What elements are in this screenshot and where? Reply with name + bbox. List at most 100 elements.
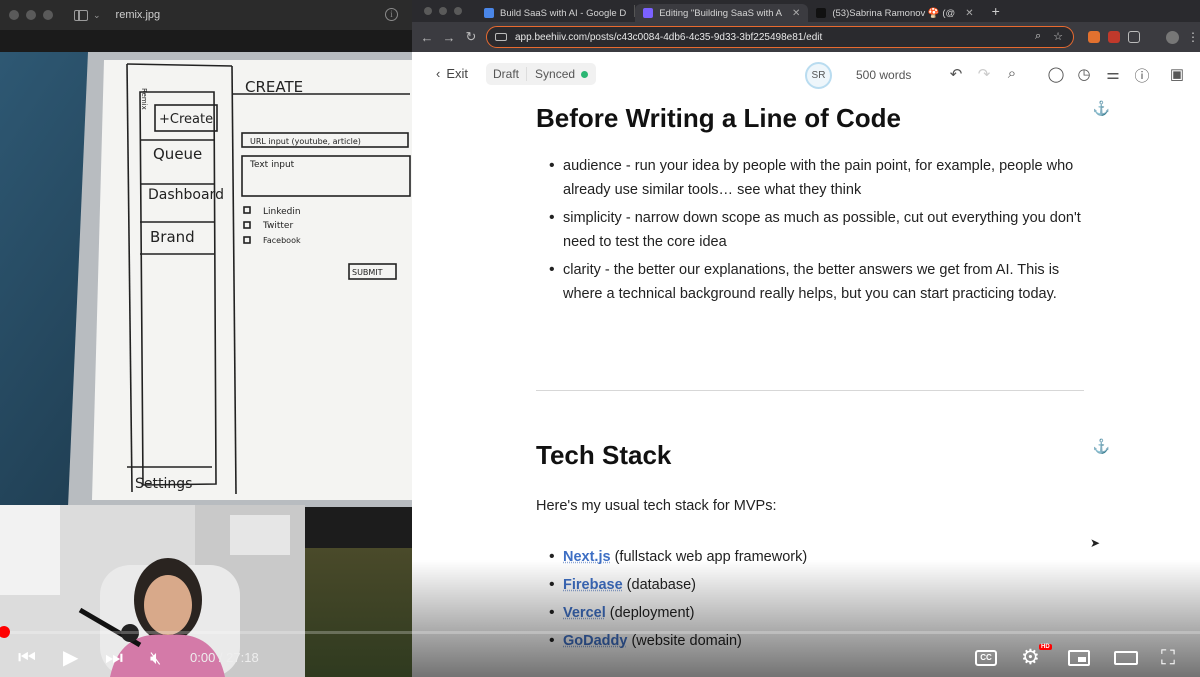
exit-label: Exit bbox=[446, 66, 469, 81]
site-settings-icon[interactable] bbox=[495, 33, 507, 41]
tech-stack-intro[interactable]: Here's my usual tech stack for MVPs: bbox=[536, 498, 1084, 514]
synced-badge: Synced bbox=[527, 67, 596, 81]
new-tab-button[interactable]: + bbox=[992, 3, 1000, 19]
close-window-button[interactable] bbox=[9, 10, 19, 20]
beehiiv-icon bbox=[643, 8, 654, 18]
editor-toolbar: ‹ Exit Draft Synced SR 500 words ↶ ↷ ⌕ ◯… bbox=[412, 52, 1200, 96]
close-tab-icon[interactable]: ✕ bbox=[792, 8, 800, 19]
list-item[interactable]: clarity - the better our explanations, t… bbox=[536, 258, 1084, 306]
comments-icon[interactable]: ◯ bbox=[1047, 65, 1065, 83]
wireframe-nav-create: +Create bbox=[159, 112, 213, 127]
list-item[interactable]: Vercel (deployment) bbox=[536, 601, 1084, 625]
video-progress-bar[interactable] bbox=[0, 626, 1200, 638]
redo-icon[interactable]: ↷ bbox=[975, 65, 993, 83]
undo-icon[interactable]: ↶ bbox=[947, 65, 965, 83]
wireframe-nav-queue: Queue bbox=[153, 145, 202, 163]
bookmark-star-icon[interactable]: ☆ bbox=[1053, 30, 1063, 43]
extension-icon[interactable] bbox=[1088, 31, 1100, 43]
sidebar-toggle-icon[interactable] bbox=[74, 9, 88, 21]
tech-stack-list: Next.js (fullstack web app framework) Fi… bbox=[536, 545, 1084, 653]
chevron-down-icon[interactable]: ⌄ bbox=[93, 10, 101, 21]
wireframe-settings: Settings bbox=[135, 476, 192, 492]
address-bar[interactable]: app.beehiiv.com/posts/c43c0084-4db6-4c35… bbox=[486, 26, 1074, 48]
help-icon[interactable]: ⓘ bbox=[1133, 65, 1151, 86]
anchor-icon[interactable]: ⚓ bbox=[1093, 100, 1110, 117]
tab-label: Editing "Building SaaS with A bbox=[659, 7, 782, 19]
wireframe-url-input: URL input (youtube, article) bbox=[250, 137, 361, 146]
wireframe-text-input: Text input bbox=[249, 160, 295, 170]
heading-tech-stack[interactable]: Tech Stack bbox=[536, 440, 1084, 471]
time-display: 0:00 / 27:18 bbox=[190, 650, 259, 665]
minimize-window-button[interactable] bbox=[439, 7, 447, 15]
reload-icon[interactable]: ↻ bbox=[460, 29, 482, 45]
tiktok-icon bbox=[816, 8, 827, 18]
editor-content[interactable]: Before Writing a Line of Code audience -… bbox=[536, 96, 1084, 306]
exit-button[interactable]: ‹ Exit bbox=[436, 66, 468, 81]
screen: ⌄ remix.jpg i CREATE Remix +Create Queue… bbox=[0, 0, 1200, 677]
wireframe-nav-dashboard: Dashboard bbox=[148, 187, 224, 203]
tab-label: (53)Sabrina Ramonov 🍄 (@ bbox=[832, 7, 956, 19]
tab-bar: Build SaaS with AI - Google D Editing "B… bbox=[412, 0, 1200, 22]
close-tab-icon[interactable]: ✕ bbox=[965, 8, 973, 19]
fullscreen-icon[interactable]: ⛶ bbox=[1161, 646, 1175, 670]
mouse-cursor-icon: ➤ bbox=[1090, 536, 1101, 550]
zoom-icon[interactable]: ⌕ bbox=[1035, 30, 1041, 43]
toolbar: ← → ↻ app.beehiiv.com/posts/c43c0084-4db… bbox=[412, 22, 1200, 52]
close-window-button[interactable] bbox=[424, 7, 432, 15]
next-icon[interactable]: ⏭ bbox=[105, 646, 123, 670]
tab-tiktok[interactable]: (53)Sabrina Ramonov 🍄 (@ ✕ bbox=[808, 4, 981, 22]
back-icon[interactable]: ← bbox=[416, 30, 438, 45]
wireframe-nav-brand: Brand bbox=[150, 228, 195, 246]
viewer-titlebar: ⌄ remix.jpg i bbox=[0, 0, 412, 30]
wireframe-header: CREATE bbox=[245, 78, 303, 96]
heading-before-writing[interactable]: Before Writing a Line of Code bbox=[536, 103, 1084, 134]
mute-icon[interactable]: 🔇︎ bbox=[150, 646, 161, 670]
editor-content-tech-stack[interactable]: Tech Stack Here's my usual tech stack fo… bbox=[536, 440, 1084, 653]
browser-menu-icon[interactable]: ⋮ bbox=[1187, 30, 1199, 44]
list-item[interactable]: Firebase (database) bbox=[536, 573, 1084, 597]
extension-icon[interactable] bbox=[1108, 31, 1120, 43]
extensions: ⋮ bbox=[1088, 30, 1199, 44]
settings-sliders-icon[interactable]: ⚌ bbox=[1104, 65, 1122, 83]
wireframe-checkbox-linkedin: Linkedin bbox=[263, 207, 301, 217]
tab-label: Build SaaS with AI - Google D bbox=[500, 7, 627, 19]
avatar[interactable]: SR bbox=[805, 62, 832, 89]
list-item[interactable]: audience - run your idea by people with … bbox=[536, 154, 1084, 202]
tab-google-docs[interactable]: Build SaaS with AI - Google D bbox=[476, 4, 634, 22]
editor-page: ‹ Exit Draft Synced SR 500 words ↶ ↷ ⌕ ◯… bbox=[412, 52, 1200, 677]
zoom-window-button[interactable] bbox=[454, 7, 462, 15]
tab-beehiiv-editor[interactable]: Editing "Building SaaS with A ✕ bbox=[635, 4, 809, 22]
previous-icon[interactable]: ⏮ bbox=[18, 646, 36, 670]
nextjs-link[interactable]: Next.js bbox=[563, 549, 611, 565]
player-controls: ⏮ ▶ ⏭ 🔇︎ 0:00 / 27:18 CC ⚙ HD ⛶ bbox=[0, 640, 1200, 677]
theater-mode-icon[interactable] bbox=[1114, 651, 1138, 665]
viewer-toolbar-gap bbox=[0, 30, 412, 52]
forward-icon[interactable]: → bbox=[438, 30, 460, 45]
anchor-icon[interactable]: ⚓ bbox=[1093, 438, 1110, 455]
list-item[interactable]: Next.js (fullstack web app framework) bbox=[536, 545, 1084, 569]
zoom-window-button[interactable] bbox=[43, 10, 53, 20]
wireframe-side-label: Remix bbox=[140, 88, 148, 110]
minimize-window-button[interactable] bbox=[26, 10, 36, 20]
vercel-link[interactable]: Vercel bbox=[563, 605, 606, 621]
info-icon[interactable]: i bbox=[385, 8, 398, 21]
search-icon[interactable]: ⌕ bbox=[1003, 65, 1021, 82]
history-icon[interactable]: ◷ bbox=[1075, 65, 1093, 83]
list-item[interactable]: simplicity - narrow down scope as much a… bbox=[536, 206, 1084, 254]
settings-gear-icon[interactable]: ⚙ bbox=[1021, 646, 1040, 670]
browser-window: Build SaaS with AI - Google D Editing "B… bbox=[412, 0, 1200, 677]
firebase-link[interactable]: Firebase bbox=[563, 577, 623, 593]
miniplayer-icon[interactable] bbox=[1068, 650, 1090, 666]
captions-button[interactable]: CC bbox=[975, 650, 997, 666]
play-icon[interactable]: ▶ bbox=[63, 646, 78, 670]
extensions-puzzle-icon[interactable] bbox=[1128, 31, 1140, 43]
word-count: 500 words bbox=[856, 68, 912, 82]
hd-badge: HD bbox=[1039, 644, 1052, 650]
url-text[interactable]: app.beehiiv.com/posts/c43c0084-4db6-4c35… bbox=[515, 32, 822, 43]
wireframe-submit: SUBMIT bbox=[352, 268, 383, 277]
sidebar-panel-icon[interactable]: ▣ bbox=[1168, 65, 1186, 83]
wireframe-checkbox-twitter: Twitter bbox=[262, 221, 293, 231]
draft-badge: Draft bbox=[486, 67, 528, 81]
profile-avatar[interactable] bbox=[1166, 30, 1179, 44]
viewer-filename: remix.jpg bbox=[115, 9, 161, 21]
